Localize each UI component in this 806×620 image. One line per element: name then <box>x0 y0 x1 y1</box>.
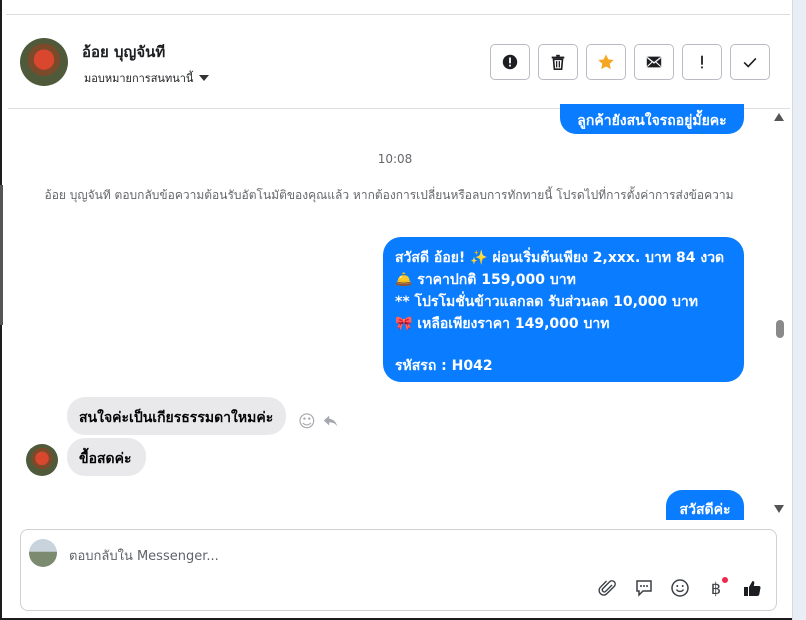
outgoing-message[interactable]: ลูกค้ายังสนใจรถอยู่มั้ยคะ <box>560 104 744 134</box>
promo-line: ** โปรโมชั่นข้าวแลกลด รับส่วนลด 10,000 บ… <box>395 294 698 310</box>
mark-spam-button[interactable] <box>490 44 530 80</box>
promo-line: สวัสดี อ้อย! ✨ ผ่อนเริ่มต้นเพียง 2,xxx. … <box>395 250 725 266</box>
promo-line: 🎀 เหลือเพียงราคา 149,000 บาท <box>395 316 610 332</box>
page-avatar <box>29 539 57 567</box>
baht-icon: ฿ <box>710 578 722 598</box>
follow-up-button[interactable] <box>682 44 722 80</box>
emoji-button[interactable] <box>668 576 692 600</box>
outgoing-message[interactable]: สวัสดีค่ะ <box>666 490 744 520</box>
mark-done-button[interactable] <box>730 44 770 80</box>
message-actions: ☺ <box>298 412 340 435</box>
smiley-icon <box>671 579 689 597</box>
promo-line: รหัสรถ : H042 <box>395 358 493 374</box>
system-note: อ้อย บุญจันที ตอบกลับข้อความต้อนรับอัตโน… <box>44 188 734 202</box>
message-timestamp: 10:08 <box>377 152 413 166</box>
payment-button[interactable]: ฿ <box>704 576 728 600</box>
contact-avatar-small[interactable] <box>26 444 58 476</box>
composer-tools: ฿ <box>596 576 764 600</box>
scroll-down-arrow[interactable] <box>774 505 784 513</box>
promo-line: 🛎️ ราคาปกติ 159,000 บาท <box>395 272 576 288</box>
contact-avatar[interactable] <box>20 38 68 86</box>
incoming-message[interactable]: สนใจค่ะเป็นเกียรธรรมดาใหมค่ะ <box>67 397 286 435</box>
mail-icon <box>646 56 662 68</box>
notification-dot <box>722 577 728 583</box>
outgoing-message-promo[interactable]: สวัสดี อ้อย! ✨ ผ่อนเริ่มต้นเพียง 2,xxx. … <box>383 237 744 382</box>
mark-unread-button[interactable] <box>634 44 674 80</box>
trash-icon <box>551 54 565 71</box>
checkmark-icon <box>743 57 757 68</box>
left-edge-bar <box>0 185 3 325</box>
reply-input[interactable]: ตอบกลับใน Messenger... <box>69 545 219 566</box>
reply-icon[interactable] <box>322 412 340 435</box>
chevron-down-icon <box>199 75 210 81</box>
delete-button[interactable] <box>538 44 578 80</box>
right-panel-edge <box>792 0 806 620</box>
header-actions <box>490 44 770 80</box>
message-composer: ตอบกลับใน Messenger... ฿ <box>20 529 777 611</box>
chat-bubble-icon <box>636 580 652 597</box>
star-icon <box>598 54 614 70</box>
alert-circle-icon <box>502 54 518 70</box>
assign-conversation-dropdown[interactable]: มอบหมายการสนทนานี้ <box>84 69 210 87</box>
paperclip-icon <box>598 580 616 596</box>
contact-name[interactable]: อ้อย บุญจันที <box>82 40 165 64</box>
assign-label: มอบหมายการสนทนานี้ <box>84 72 194 85</box>
exclamation-icon <box>701 55 703 69</box>
saved-replies-button[interactable] <box>632 576 656 600</box>
react-emoji-icon[interactable]: ☺ <box>298 412 316 435</box>
scrollbar-thumb[interactable] <box>776 320 784 338</box>
scroll-up-arrow[interactable] <box>774 113 784 121</box>
promo-line <box>395 335 732 355</box>
thumbs-up-button[interactable] <box>740 576 764 600</box>
conversation-header: อ้อย บุญจันที มอบหมายการสนทนานี้ <box>8 15 790 109</box>
incoming-message[interactable]: ขื้อสดค่ะ <box>67 438 146 476</box>
star-button[interactable] <box>586 44 626 80</box>
attach-button[interactable] <box>596 576 620 600</box>
thumbs-up-icon <box>744 581 761 596</box>
